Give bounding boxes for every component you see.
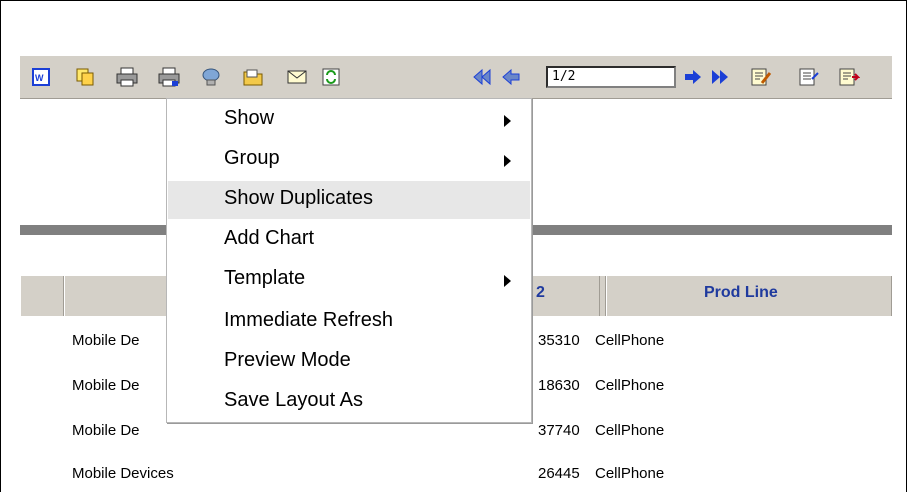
- submenu-arrow-icon: [504, 155, 511, 167]
- menu-item-group[interactable]: Group: [168, 141, 530, 179]
- column-header-prod-line[interactable]: Prod Line: [704, 276, 778, 316]
- submenu-arrow-icon: [504, 275, 511, 287]
- cell-category: Mobile De: [72, 377, 140, 394]
- svg-text:W: W: [35, 73, 44, 83]
- export-icon[interactable]: [838, 66, 860, 88]
- menu-item-add-chart[interactable]: Add Chart: [168, 221, 530, 259]
- copy-icon[interactable]: [74, 66, 96, 88]
- menu-item-label: Group: [224, 147, 280, 169]
- menu-item-show-duplicates[interactable]: Show Duplicates: [168, 181, 530, 219]
- cell-prod-line: CellPhone: [595, 377, 665, 394]
- report-toolbar: W 1/2: [20, 55, 892, 99]
- menu-item-save-layout-as[interactable]: Save Layout As: [168, 383, 530, 421]
- cell-category: Mobile Devices: [72, 465, 174, 482]
- refresh-icon[interactable]: [320, 66, 342, 88]
- page-number-input[interactable]: 1/2: [546, 66, 676, 88]
- menu-item-immediate-refresh[interactable]: Immediate Refresh: [168, 303, 530, 341]
- menu-item-label: Template: [224, 267, 306, 289]
- open-folder-icon[interactable]: [242, 66, 264, 88]
- word-export-icon[interactable]: W: [30, 66, 52, 88]
- menu-item-label: Add Chart: [224, 227, 315, 249]
- cell-value: 35310: [538, 332, 580, 349]
- previous-page-icon[interactable]: [500, 66, 522, 88]
- cell-prod-line: CellPhone: [595, 465, 665, 482]
- first-page-icon[interactable]: [470, 66, 496, 88]
- column-header-value[interactable]: 2: [536, 276, 545, 316]
- table-row: Mobile Devices 26445 CellPhone: [20, 453, 892, 493]
- header-cell: [20, 276, 64, 316]
- next-page-icon[interactable]: [682, 66, 704, 88]
- last-page-icon[interactable]: [706, 66, 732, 88]
- web-export-icon[interactable]: [200, 66, 222, 88]
- edit-report-icon[interactable]: [750, 66, 772, 88]
- menu-item-preview-mode[interactable]: Preview Mode: [168, 343, 530, 381]
- print-preview-icon[interactable]: [158, 66, 180, 88]
- menu-item-template[interactable]: Template: [168, 261, 530, 299]
- context-menu: Show Group Show Duplicates Add Chart Tem…: [166, 98, 532, 423]
- section-divider: [20, 225, 166, 235]
- cell-prod-line: CellPhone: [595, 422, 665, 439]
- email-icon[interactable]: [286, 66, 308, 88]
- menu-item-show[interactable]: Show: [168, 101, 530, 139]
- properties-icon[interactable]: [798, 66, 820, 88]
- menu-item-label: Show Duplicates: [224, 187, 373, 209]
- menu-item-label: Save Layout As: [224, 389, 363, 411]
- cell-category: Mobile De: [72, 332, 140, 349]
- menu-item-label: Show: [224, 107, 275, 129]
- cell-prod-line: CellPhone: [595, 332, 665, 349]
- menu-item-label: Preview Mode: [224, 349, 351, 371]
- print-icon[interactable]: [116, 66, 138, 88]
- cell-value: 26445: [538, 465, 580, 482]
- cell-value: 18630: [538, 377, 580, 394]
- cell-value: 37740: [538, 422, 580, 439]
- submenu-arrow-icon: [504, 115, 511, 127]
- cell-category: Mobile De: [72, 422, 140, 439]
- section-divider: [532, 225, 892, 235]
- menu-item-label: Immediate Refresh: [224, 309, 393, 331]
